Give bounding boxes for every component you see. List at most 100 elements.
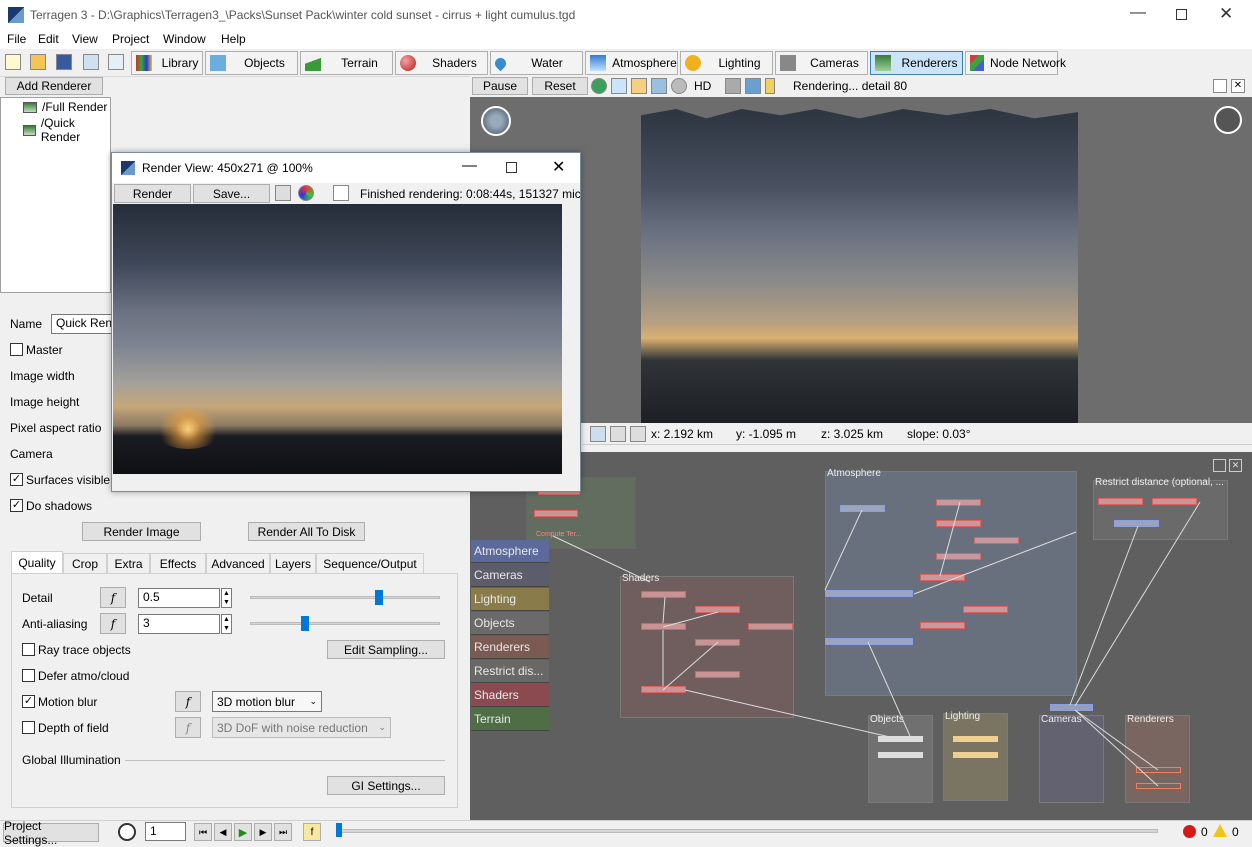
toolbar-cameras[interactable]: Cameras [775,51,868,75]
next-frame-button[interactable]: ▶ [254,823,272,841]
detail-slider-track[interactable] [250,596,440,599]
maximize-icon[interactable] [1176,9,1187,20]
depth-of-field-checkbox[interactable] [22,721,35,734]
menu-file[interactable]: File [7,32,26,46]
settings-view-icon[interactable] [671,78,687,94]
menu-view[interactable]: View [72,32,98,46]
sun-view-icon[interactable] [631,78,647,94]
toolbar-terrain[interactable]: Terrain [300,51,393,75]
vertical-scrollbar[interactable] [563,204,579,474]
node[interactable] [825,590,913,597]
ray-trace-checkbox[interactable] [22,643,35,656]
maximize-icon[interactable] [506,162,517,173]
restrict-distance-group[interactable] [1093,480,1228,540]
node[interactable] [1114,520,1159,527]
motion-blur-select[interactable]: 3D motion blur ⌄ [212,691,322,712]
tree-item-quick-render[interactable]: /Quick Render [23,116,110,144]
globe-navigate-icon[interactable] [481,106,511,136]
info-icon[interactable] [333,185,349,201]
tab-quality[interactable]: Quality [11,551,63,574]
node[interactable] [920,622,965,629]
dof-function-button[interactable]: f [175,717,201,738]
hd-toggle[interactable]: HD [694,79,711,93]
pause-button[interactable]: Pause [472,77,528,95]
new-file-icon[interactable] [5,54,21,70]
reset-button[interactable]: Reset [532,77,588,95]
first-frame-button[interactable]: ⏮ [194,823,212,841]
toolbar-water[interactable]: Water [490,51,583,75]
menu-edit[interactable]: Edit [38,32,59,46]
3d-view-icon[interactable] [108,54,124,70]
network-sidebar-objects[interactable]: Objects [471,612,549,635]
dof-select[interactable]: 3D DoF with noise reduction ⌄ [212,717,391,738]
node[interactable] [695,671,740,678]
cameras-group[interactable] [1039,715,1104,803]
tab-effects[interactable]: Effects [150,553,206,574]
toolbar-renderers[interactable]: Renderers [870,51,963,75]
frame-function-button[interactable]: f [303,823,321,841]
node[interactable] [1136,783,1181,789]
node[interactable] [953,752,998,758]
move-icon[interactable] [745,78,761,94]
save-icon[interactable] [56,54,72,70]
anti-aliasing-input[interactable]: 3 [138,614,220,634]
node[interactable] [878,736,923,742]
brush-icon[interactable] [725,78,741,94]
master-checkbox[interactable] [10,343,23,356]
aa-slider-thumb[interactable] [301,616,310,631]
toolbar-node-network[interactable]: Node Network [965,51,1066,75]
gi-settings-button[interactable]: GI Settings... [327,776,445,795]
network-sidebar-atmosphere[interactable]: Atmosphere [471,540,549,563]
minimize-icon[interactable]: — [462,157,477,174]
node[interactable] [974,537,1019,544]
node[interactable] [963,606,1008,613]
node[interactable] [878,752,923,758]
renderers-group[interactable] [1125,715,1190,803]
network-sidebar-lighting[interactable]: Lighting [471,588,549,611]
node[interactable] [695,639,740,646]
ruler-icon[interactable] [765,78,775,94]
tab-advanced[interactable]: Advanced [206,553,270,574]
frame-input[interactable]: 1 [145,822,186,841]
node[interactable] [641,591,686,598]
open-folder-icon[interactable] [30,54,46,70]
tree-item-full-render[interactable]: /Full Render [23,100,107,114]
network-sidebar-restrict[interactable]: Restrict dis... [471,660,549,683]
error-icon[interactable] [1183,825,1196,838]
detail-slider-thumb[interactable] [375,590,384,605]
tab-sequence-output[interactable]: Sequence/Output [316,553,424,574]
frame-icon[interactable] [610,426,626,442]
close-pane-icon[interactable]: ✕ [1231,79,1245,93]
warning-icon[interactable] [1213,824,1227,837]
node[interactable] [936,499,981,506]
node[interactable] [641,623,686,630]
render-image-button[interactable]: Render Image [82,522,201,541]
node[interactable] [1136,767,1181,773]
zoom-extents-icon[interactable] [630,426,646,442]
objects-group[interactable] [868,715,933,803]
node[interactable] [1098,498,1143,505]
toolbar-library[interactable]: Library [131,51,203,75]
node[interactable] [936,520,981,527]
motion-blur-checkbox[interactable]: ✓ [22,695,35,708]
node[interactable] [953,736,998,742]
render-all-to-disk-button[interactable]: Render All To Disk [248,522,365,541]
network-sidebar-shaders[interactable]: Shaders [471,684,549,707]
project-settings-button[interactable]: Project Settings... [3,819,99,847]
node[interactable] [1050,704,1093,711]
prev-frame-button[interactable]: ◀ [214,823,232,841]
timeline-track[interactable] [336,829,1158,833]
node[interactable] [920,574,965,581]
defer-atmo-checkbox[interactable] [22,669,35,682]
render-window-icon[interactable] [83,54,99,70]
menu-project[interactable]: Project [112,32,149,46]
color-channels-icon[interactable] [298,185,314,201]
menu-help[interactable]: Help [221,32,246,46]
viewport-3d[interactable] [470,97,1252,423]
toolbar-objects[interactable]: Objects [205,51,298,75]
aa-slider-track[interactable] [250,622,440,625]
detail-input[interactable]: 0.5 [138,588,220,608]
toolbar-shaders[interactable]: Shaders [395,51,488,75]
render-view-window[interactable]: Render View: 450x271 @ 100% — ✕ Render S… [111,152,581,492]
globe-view-icon[interactable] [591,78,607,94]
